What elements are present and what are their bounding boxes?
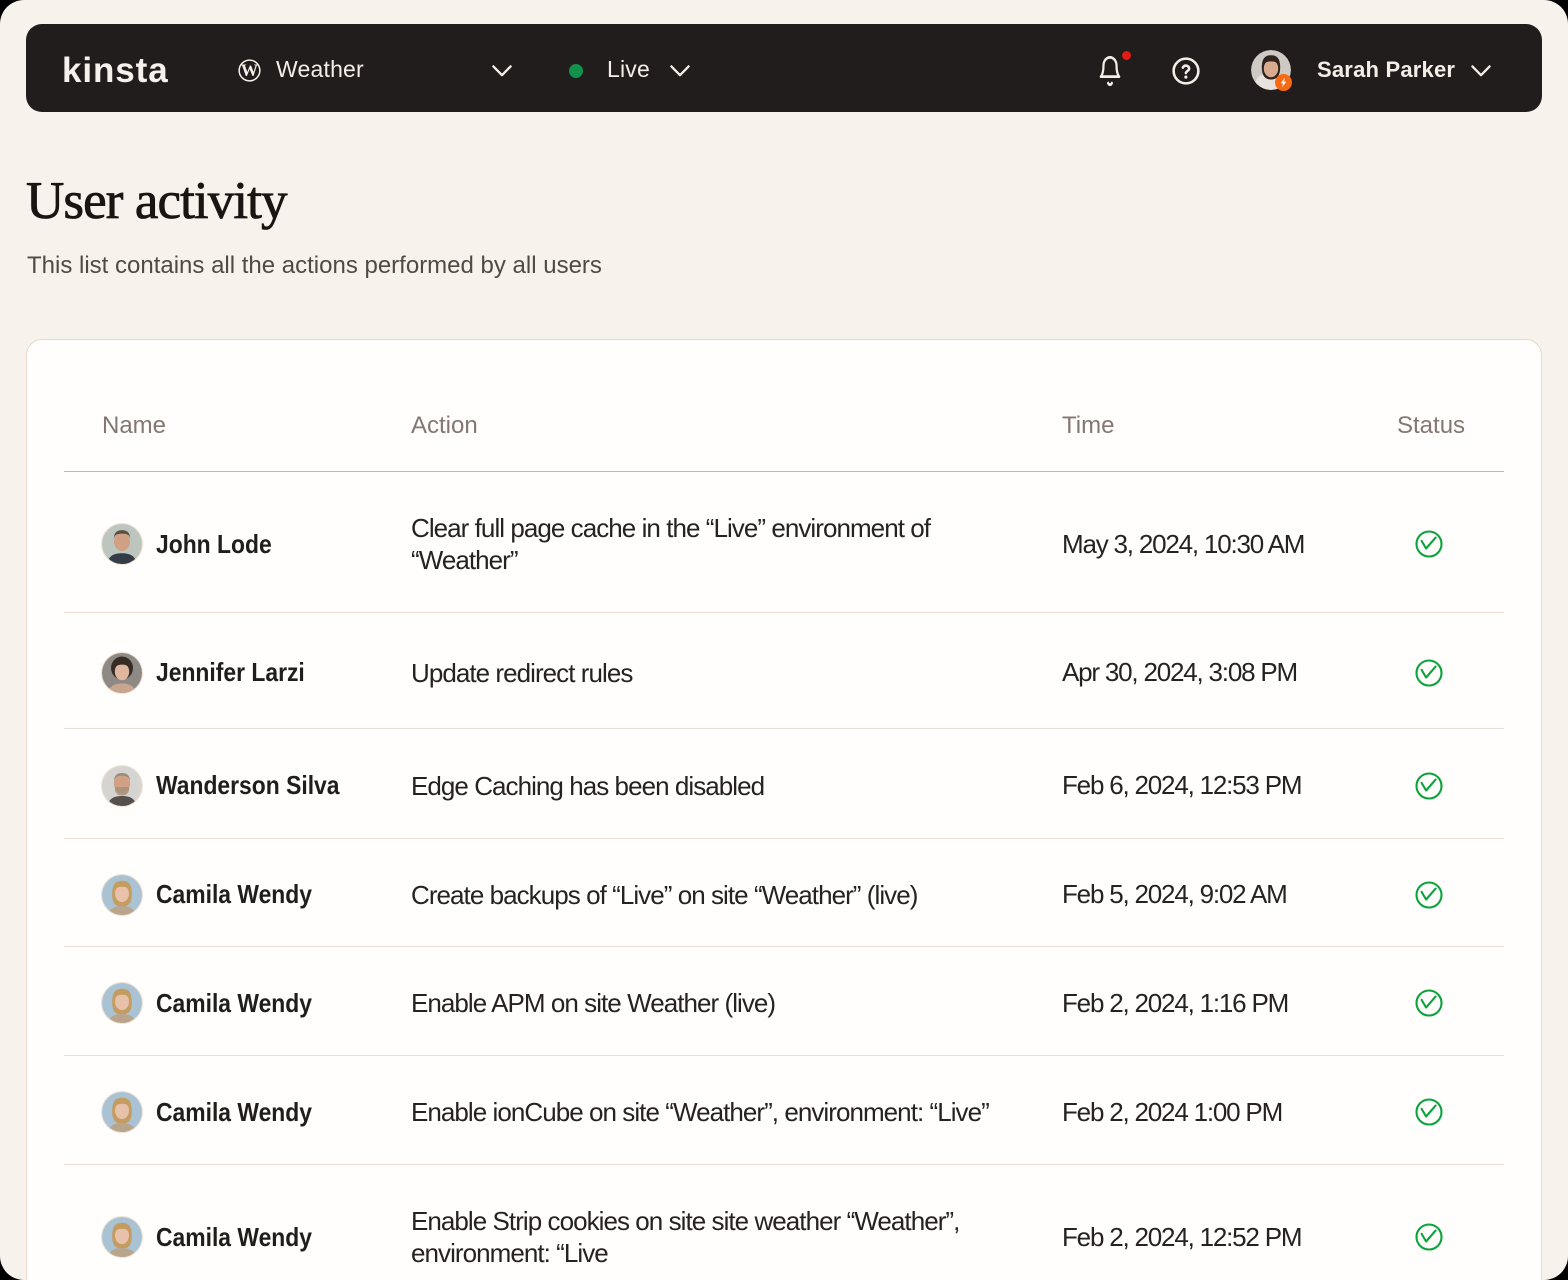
svg-text:W: W bbox=[241, 60, 258, 79]
